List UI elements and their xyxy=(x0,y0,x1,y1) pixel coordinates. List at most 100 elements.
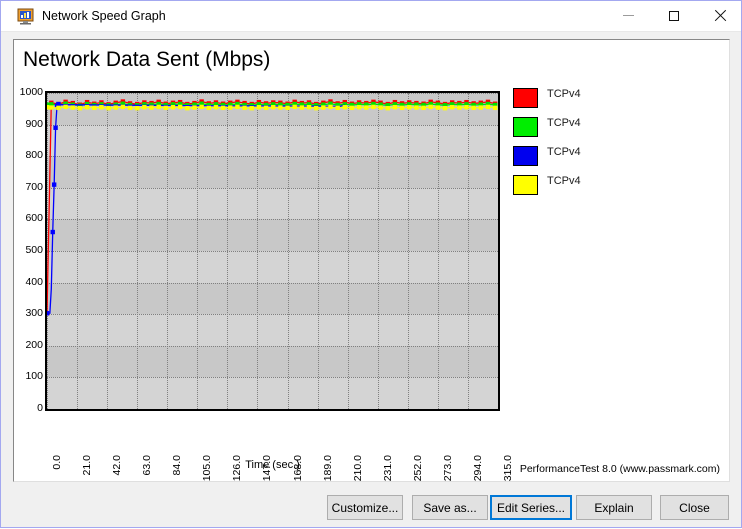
series-marker xyxy=(263,105,269,111)
series-marker xyxy=(457,105,462,110)
series-marker xyxy=(192,105,197,110)
y-axis-tick-label: 0 xyxy=(37,402,43,414)
x-axis-tick-label: 315.0 xyxy=(502,455,514,482)
chart-panel: Network Data Sent (Mbps) 1000 900 800 700 60… xyxy=(13,39,730,482)
series-marker xyxy=(435,105,441,110)
series-marker xyxy=(228,105,233,110)
series-marker xyxy=(464,105,469,110)
window-title: Network Speed Graph xyxy=(42,9,166,23)
legend-row: TCPv4 xyxy=(513,85,713,114)
y-axis-tick-label: 700 xyxy=(25,180,43,193)
legend-row: TCPv4 xyxy=(513,172,713,201)
vertical-gridline xyxy=(498,93,499,409)
network-speed-graph-window: Network Speed Graph Network Data Sent (M… xyxy=(0,0,742,528)
maximize-icon xyxy=(669,10,679,21)
series-marker xyxy=(92,105,97,111)
x-axis-title: Time (sec.) xyxy=(245,459,300,471)
series-marker xyxy=(170,105,176,110)
series-marker xyxy=(84,105,90,110)
series-marker xyxy=(49,105,54,110)
y-axis-tick-label: 900 xyxy=(25,117,43,130)
horizontal-gridline xyxy=(47,409,498,410)
series-marker xyxy=(156,104,161,110)
close-icon xyxy=(714,10,726,22)
series-marker xyxy=(249,105,254,111)
minimize-button[interactable] xyxy=(605,1,651,30)
legend-row: TCPv4 xyxy=(513,143,713,172)
series-marker xyxy=(142,105,147,110)
series-marker xyxy=(242,105,247,111)
series-marker xyxy=(414,105,419,110)
chart-title: Network Data Sent (Mbps) xyxy=(23,48,271,71)
series-marker xyxy=(392,105,398,110)
series-marker xyxy=(428,104,433,110)
series-marker xyxy=(177,104,183,110)
x-axis-labels: 0.0 21.0 42.0 63.0 84.0 105.0 126.0 147.0 168.0 1… xyxy=(45,413,514,481)
series-marker xyxy=(206,105,211,111)
series-marker xyxy=(220,105,226,111)
series-marker xyxy=(278,105,283,110)
series-marker xyxy=(471,105,476,111)
legend-label: TCPv4 xyxy=(547,146,581,158)
series-marker xyxy=(299,105,305,110)
series-marker xyxy=(113,105,118,110)
plot-area xyxy=(45,91,500,411)
series-marker xyxy=(47,311,50,316)
series-marker xyxy=(149,105,154,110)
legend-color-swatch xyxy=(513,146,538,166)
dialog-button-bar: Customize... Save as... Edit Series... E… xyxy=(1,495,741,529)
series-line xyxy=(47,100,496,314)
series-lines xyxy=(47,99,498,316)
chart-legend: TCPv4 TCPv4 TCPv4 TCPv4 xyxy=(513,85,713,201)
y-axis-tick-label: 600 xyxy=(25,212,43,225)
series-marker xyxy=(199,104,204,110)
title-bar: Network Speed Graph xyxy=(1,1,741,32)
series-marker xyxy=(492,105,498,111)
customize-button[interactable]: Customize... xyxy=(327,495,403,520)
series-marker xyxy=(349,105,355,111)
close-window-button[interactable] xyxy=(697,1,742,30)
y-axis-tick-label: 1000 xyxy=(19,86,43,98)
series-marker xyxy=(385,105,390,111)
edit-series-button[interactable]: Edit Series... xyxy=(490,495,572,520)
maximize-button[interactable] xyxy=(651,1,697,30)
series-marker xyxy=(56,105,61,111)
series-marker xyxy=(120,104,126,110)
legend-color-swatch xyxy=(513,175,538,195)
series-marker xyxy=(106,105,111,111)
series-marker xyxy=(285,105,290,111)
series-marker xyxy=(378,105,383,110)
y-axis-tick-label: 100 xyxy=(25,370,43,383)
series-marker xyxy=(292,104,297,110)
series-marker xyxy=(135,105,140,111)
series-marker xyxy=(256,105,262,110)
network-graph-icon xyxy=(17,8,34,25)
y-axis-tick-label: 200 xyxy=(25,338,43,351)
series-marker xyxy=(56,101,61,107)
series-marker xyxy=(127,105,133,111)
y-axis-tick-label: 800 xyxy=(25,149,43,162)
explain-button[interactable]: Explain xyxy=(576,495,652,520)
save-as-button[interactable]: Save as... xyxy=(412,495,488,520)
minimize-icon xyxy=(622,15,634,16)
series-marker xyxy=(485,104,491,110)
legend-label: TCPv4 xyxy=(547,117,581,129)
series-marker xyxy=(442,105,448,111)
legend-color-swatch xyxy=(513,117,538,137)
series-marker xyxy=(399,105,405,111)
series-marker xyxy=(271,105,276,110)
series-marker xyxy=(306,105,312,110)
close-button[interactable]: Close xyxy=(660,495,729,520)
series-marker xyxy=(235,104,240,110)
y-axis-tick-label: 400 xyxy=(25,275,43,288)
series-marker xyxy=(163,105,169,111)
y-axis-tick-label: 300 xyxy=(25,307,43,320)
series-marker xyxy=(421,105,426,111)
series-marker xyxy=(478,105,484,110)
legend-color-swatch xyxy=(513,88,538,108)
y-axis-labels: 1000 900 800 700 600 500 400 300 200 100 0 xyxy=(14,78,43,428)
series-marker xyxy=(449,105,455,110)
series-marker xyxy=(51,182,57,187)
series-marker xyxy=(342,105,347,110)
footer-attribution: PerformanceTest 8.0 (www.passmark.com) xyxy=(519,463,720,475)
